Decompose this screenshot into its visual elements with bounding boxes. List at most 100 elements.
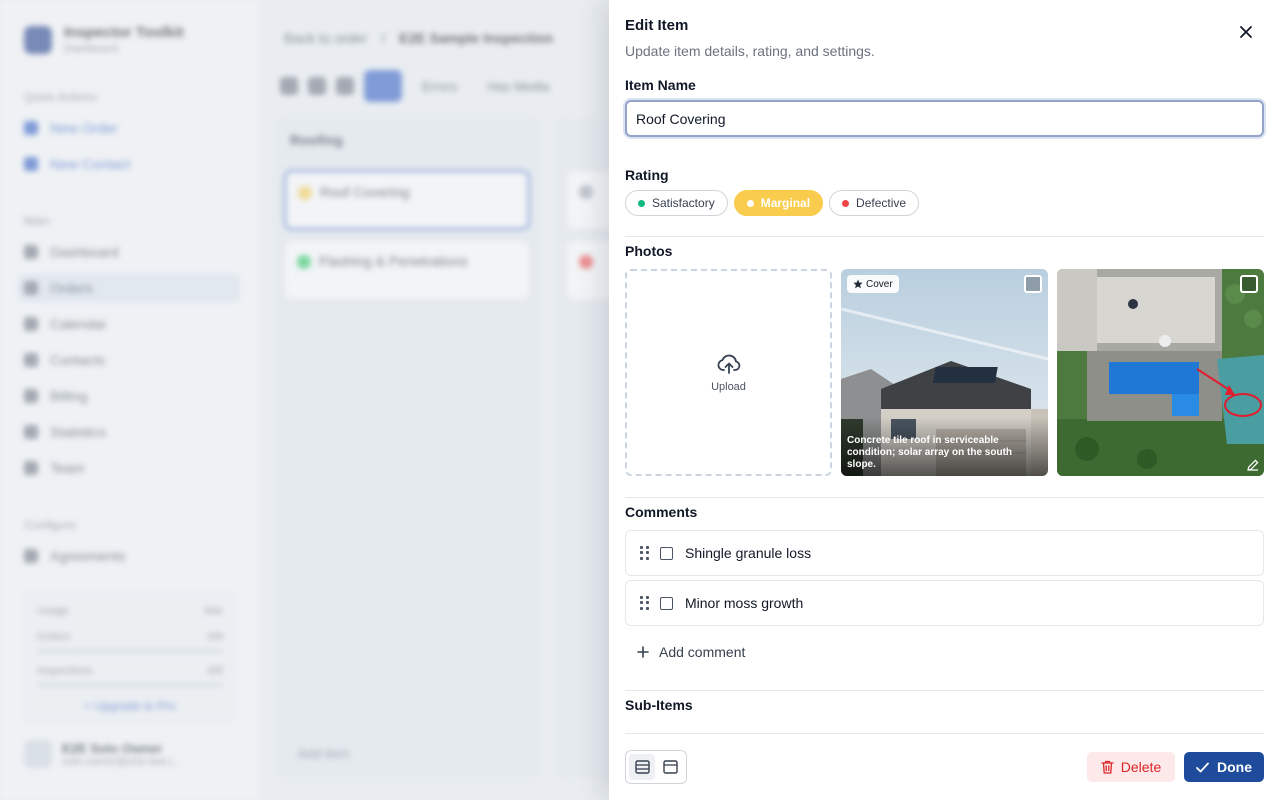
annotate-edit-icon[interactable] bbox=[1247, 459, 1259, 471]
toolbar-active-button bbox=[364, 70, 402, 102]
white-dot-icon bbox=[746, 199, 754, 207]
avatar bbox=[24, 740, 52, 768]
rating-dot bbox=[297, 255, 311, 269]
nav-agreements: Agreements bbox=[24, 548, 125, 564]
close-icon bbox=[1240, 26, 1252, 38]
toolbar-icon bbox=[280, 77, 298, 95]
comments-label: Comments bbox=[625, 504, 698, 520]
contacts-icon bbox=[24, 353, 38, 367]
view-toggle bbox=[625, 750, 687, 784]
comment-item: Shingle granule loss bbox=[625, 530, 1264, 576]
rating-dot bbox=[579, 185, 593, 199]
comment-item: Minor moss growth bbox=[625, 580, 1264, 626]
divider bbox=[625, 690, 1264, 691]
list-view-button[interactable] bbox=[629, 754, 655, 780]
rating-dot bbox=[298, 186, 312, 200]
brand-logo-icon bbox=[24, 25, 52, 54]
list-view-icon bbox=[634, 760, 650, 774]
chip-label: Satisfactory bbox=[652, 196, 715, 210]
aerial-photo-image bbox=[1057, 269, 1264, 476]
usage-label: Usage bbox=[37, 605, 69, 617]
usage-period: Mar bbox=[204, 605, 223, 617]
photo-select-checkbox[interactable] bbox=[1024, 275, 1042, 293]
dashboard-icon bbox=[24, 245, 38, 259]
panel-view-icon bbox=[662, 760, 678, 774]
nav-contacts: Contacts bbox=[24, 352, 105, 368]
plus-icon bbox=[24, 121, 38, 135]
usage-row-value: 8/8 bbox=[207, 631, 223, 643]
sub-items-label: Sub-Items bbox=[625, 697, 693, 713]
user-menu: E2E Solo Owner solo-owner@e2e-test.i... bbox=[24, 740, 181, 768]
photo-grid: Upload Cover Concrete tile roof in servi… bbox=[625, 269, 1264, 476]
item-name-input[interactable] bbox=[625, 100, 1264, 137]
add-item-button: Add item bbox=[298, 746, 350, 761]
photo-caption: Concrete tile roof in serviceable condit… bbox=[841, 417, 1048, 476]
brand-title: Inspector Toolkit bbox=[64, 24, 184, 41]
comment-checkbox[interactable] bbox=[660, 596, 673, 610]
comment-checkbox[interactable] bbox=[660, 546, 673, 560]
rating-marginal-chip[interactable]: Marginal bbox=[733, 190, 824, 216]
user-plus-icon bbox=[24, 157, 38, 171]
column-title: Roofing bbox=[290, 132, 343, 148]
red-dot-icon bbox=[842, 199, 850, 207]
item-name-label: Item Name bbox=[625, 77, 696, 93]
quick-actions-label: Quick Actions bbox=[24, 90, 97, 104]
rating-satisfactory-chip[interactable]: Satisfactory bbox=[625, 190, 728, 216]
statistics-icon bbox=[24, 425, 38, 439]
add-comment-button[interactable]: Add comment bbox=[637, 644, 745, 660]
board-toolbar: Errors Has Media bbox=[280, 70, 560, 102]
brand: Inspector Toolkit Dashboard bbox=[24, 24, 184, 55]
chip-label: Defective bbox=[856, 196, 907, 210]
usage-row-value: 8/8 bbox=[207, 665, 223, 677]
photo-select-checkbox[interactable] bbox=[1240, 275, 1258, 293]
card-roof-covering: Roof Covering bbox=[284, 170, 530, 230]
billing-icon bbox=[24, 389, 38, 403]
drawer-subtitle: Update item details, rating, and setting… bbox=[625, 43, 875, 59]
drag-handle-icon[interactable] bbox=[640, 546, 650, 560]
check-icon bbox=[1196, 762, 1209, 772]
plus-icon bbox=[637, 646, 649, 658]
has-media-filter: Has Media bbox=[487, 78, 550, 94]
nav-calendar: Calendar bbox=[24, 316, 107, 332]
toolbar-icon bbox=[308, 77, 326, 95]
upgrade-link: + Upgrade to Pro bbox=[84, 699, 176, 713]
drag-handle-icon[interactable] bbox=[640, 596, 650, 610]
photo-house-front[interactable]: Cover Concrete tile roof in serviceable … bbox=[841, 269, 1048, 476]
configure-label: Configure bbox=[24, 518, 77, 532]
nav-team: Team bbox=[24, 460, 84, 476]
card-flashing: Flashing & Penetrations bbox=[284, 240, 530, 300]
usage-row-label: Inspections bbox=[37, 665, 93, 677]
divider bbox=[625, 497, 1264, 498]
star-icon bbox=[853, 279, 863, 289]
green-dot-icon bbox=[638, 199, 645, 207]
nav-billing: Billing bbox=[24, 388, 87, 404]
delete-label: Delete bbox=[1120, 759, 1162, 775]
chip-label: Marginal bbox=[760, 196, 811, 210]
usage-row-label: Orders bbox=[37, 631, 71, 643]
delete-button[interactable]: Delete bbox=[1087, 752, 1175, 782]
done-label: Done bbox=[1217, 759, 1252, 775]
drawer-title: Edit Item bbox=[625, 17, 689, 34]
rating-defective-chip[interactable]: Defective bbox=[829, 190, 920, 216]
close-button[interactable] bbox=[1236, 22, 1256, 42]
upload-dropzone[interactable]: Upload bbox=[625, 269, 832, 476]
panel-view-button[interactable] bbox=[657, 754, 683, 780]
main-label: Main bbox=[24, 214, 51, 228]
photo-aerial-pool[interactable] bbox=[1057, 269, 1264, 476]
add-comment-label: Add comment bbox=[659, 644, 746, 660]
user-name: E2E Solo Owner bbox=[62, 740, 163, 756]
divider bbox=[625, 236, 1264, 237]
usage-card: Usage Mar Orders 8/8 Inspections 8/8 + Upgr… bbox=[24, 592, 236, 722]
errors-filter: Errors bbox=[422, 78, 458, 94]
comment-text: Minor moss growth bbox=[685, 595, 804, 611]
upload-label: Upload bbox=[711, 380, 746, 393]
done-button[interactable]: Done bbox=[1184, 752, 1264, 782]
rating-dot bbox=[579, 255, 593, 269]
nav-statistics: Statistics bbox=[24, 424, 106, 440]
usage-bar bbox=[37, 649, 223, 653]
toolbar-icon bbox=[336, 77, 354, 95]
cloud-upload-icon bbox=[717, 354, 740, 374]
orders-icon bbox=[24, 281, 38, 295]
nav-new-contact: New Contact bbox=[24, 156, 130, 172]
edit-item-drawer: Edit Item Update item details, rating, a… bbox=[609, 0, 1280, 800]
